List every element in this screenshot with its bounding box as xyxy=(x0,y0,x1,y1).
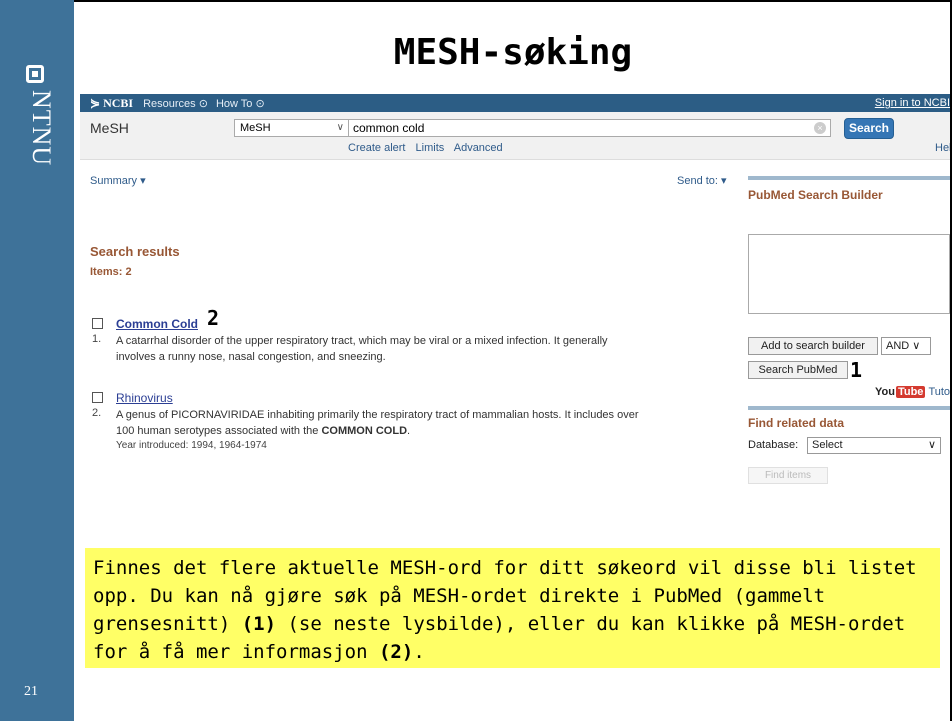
database-label: Database: xyxy=(748,439,799,451)
result-description: A genus of PICORNAVIRIDAE inhabiting pri… xyxy=(116,409,639,437)
search-links: Create alert Limits Advanced xyxy=(348,142,510,154)
ncbi-screenshot: ⋟ NCBI Resources ⊙ How To ⊙ Sign in to N… xyxy=(80,94,950,498)
find-items-button[interactable]: Find items xyxy=(748,467,828,484)
operator-select[interactable]: AND ∨ xyxy=(881,337,931,355)
results-heading: Search results xyxy=(90,244,180,259)
chevron-down-icon: ⊙ xyxy=(255,97,265,110)
ncbi-top-bar: ⋟ NCBI Resources ⊙ How To ⊙ Sign in to N… xyxy=(80,94,950,112)
sidebar-divider xyxy=(748,176,950,180)
result-title-link[interactable]: Rhinovirus xyxy=(116,391,173,405)
result-description: A catarrhal disorder of the upper respir… xyxy=(116,335,608,363)
search-button[interactable]: Search xyxy=(844,118,894,139)
ntnu-logo-icon xyxy=(26,65,44,83)
database-select[interactable]: MeSH ∨ xyxy=(234,119,349,137)
related-database-select[interactable]: Select ∨ xyxy=(807,437,941,454)
results-count: Items: 2 xyxy=(90,266,132,278)
result-number: 2. xyxy=(92,407,102,419)
slide-number: 21 xyxy=(24,684,38,699)
search-bar: MeSH MeSH ∨ common cold × Search Create a… xyxy=(80,112,950,160)
sign-in-link[interactable]: Sign in to NCBI xyxy=(875,97,950,109)
slide-title: MESH-søking xyxy=(393,32,633,73)
search-builder-title: PubMed Search Builder xyxy=(748,188,883,202)
limits-link[interactable]: Limits xyxy=(416,142,445,154)
ntnu-logo-text: NTNU xyxy=(27,90,56,167)
help-link[interactable]: Help xyxy=(935,142,950,154)
result-number: 1. xyxy=(92,333,102,345)
search-input[interactable]: common cold xyxy=(348,119,831,137)
search-builder-textarea[interactable] xyxy=(748,234,950,314)
find-related-title: Find related data xyxy=(748,416,845,430)
sidebar-divider xyxy=(748,406,950,410)
annotation-marker-2: 2 xyxy=(207,306,220,330)
youtube-tutorial-link[interactable]: YouTubeTutorial xyxy=(875,386,950,398)
chevron-down-icon: ∨ xyxy=(912,340,921,352)
slide-top-rule xyxy=(74,0,952,8)
add-to-search-builder-button[interactable]: Add to search builder xyxy=(748,337,878,355)
chevron-down-icon: ⊙ xyxy=(198,97,208,110)
resources-menu[interactable]: Resources ⊙ xyxy=(143,97,208,110)
result-checkbox[interactable] xyxy=(92,318,103,329)
ncbi-logo-icon: ⋟ xyxy=(90,95,104,110)
send-to-menu[interactable]: Send to: ▾ xyxy=(677,174,727,187)
advanced-link[interactable]: Advanced xyxy=(454,142,503,154)
result-year: Year introduced: 1994, 1964-1974 xyxy=(116,440,267,451)
create-alert-link[interactable]: Create alert xyxy=(348,142,405,154)
chevron-down-icon: ∨ xyxy=(927,439,936,451)
howto-menu[interactable]: How To ⊙ xyxy=(216,97,265,110)
clear-icon[interactable]: × xyxy=(814,122,826,134)
result-checkbox[interactable] xyxy=(92,392,103,403)
result-title-link[interactable]: Common Cold xyxy=(116,317,198,331)
summary-format-menu[interactable]: Summary ▾ xyxy=(90,174,146,187)
slide-side-band: NTNU 21 xyxy=(0,0,74,721)
explanation-note: Finnes det flere aktuelle MESH-ord for d… xyxy=(85,548,940,668)
ncbi-logo[interactable]: ⋟ NCBI xyxy=(90,96,133,111)
database-title: MeSH xyxy=(90,120,129,136)
search-pubmed-button[interactable]: Search PubMed xyxy=(748,361,848,379)
chevron-down-icon: ∨ xyxy=(336,122,344,133)
annotation-marker-1: 1 xyxy=(850,358,863,382)
